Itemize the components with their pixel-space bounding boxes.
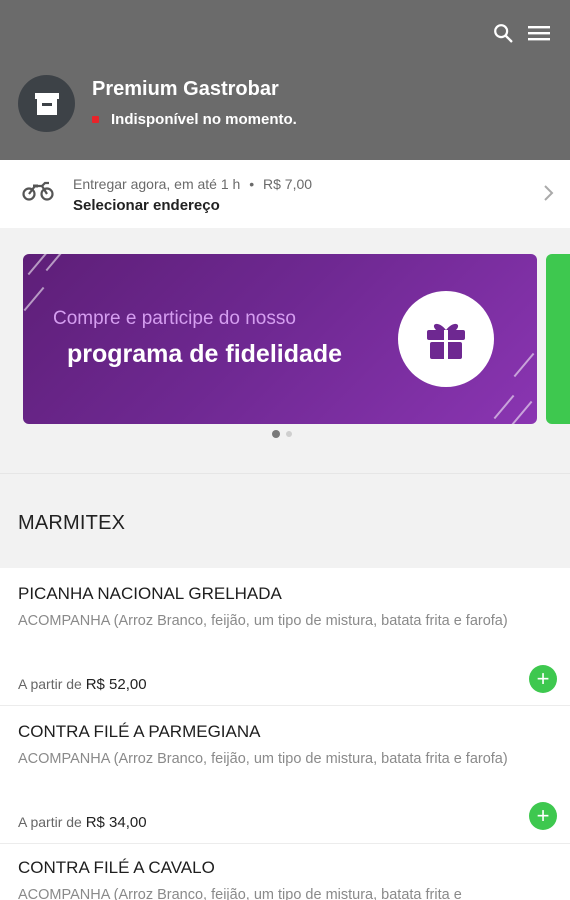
next-banner-preview[interactable]	[546, 254, 570, 424]
status-indicator	[92, 116, 99, 123]
banner-subtitle: Compre e participe do nosso	[53, 308, 296, 329]
item-description: ACOMPANHA (Arroz Branco, feijão, um tipo…	[18, 887, 462, 900]
store-header: Premium Gastrobar Indisponível no moment…	[0, 0, 570, 160]
price-prefix: A partir de	[18, 676, 82, 692]
delivery-info: Entregar agora, em até 1 h • R$ 7,00	[73, 176, 312, 192]
delivery-address-selector[interactable]: Entregar agora, em até 1 h • R$ 7,00 Sel…	[0, 160, 570, 228]
menu-item[interactable]: CONTRA FILÉ A PARMEGIANA ACOMPANHA (Arro…	[0, 706, 570, 844]
delivery-fee: R$ 7,00	[263, 176, 313, 192]
store-icon	[34, 92, 59, 115]
banner-title: programa de fidelidade	[67, 340, 343, 368]
item-description: ACOMPANHA (Arroz Branco, feijão, um tipo…	[18, 613, 508, 629]
delivery-separator: •	[249, 176, 255, 192]
delivery-eta: Entregar agora, em até 1 h	[73, 176, 241, 192]
banner-decoration	[513, 352, 535, 378]
add-item-button[interactable]: +	[529, 665, 557, 693]
gift-badge	[398, 291, 494, 387]
item-price: A partir de R$ 52,00	[18, 676, 147, 693]
item-name: CONTRA FILÉ A CAVALO	[18, 858, 215, 877]
search-icon	[494, 24, 513, 43]
promo-carousel: Compre e participe do nosso programa de …	[0, 228, 570, 473]
chevron-right-icon	[544, 185, 554, 201]
store-status: Indisponível no momento.	[92, 111, 297, 128]
store-avatar	[18, 75, 75, 132]
menu-item[interactable]: CONTRA FILÉ A CAVALO ACOMPANHA (Arroz Br…	[0, 844, 570, 900]
select-address-label: Selecionar endereço	[73, 197, 220, 214]
menu-button[interactable]	[526, 20, 552, 46]
store-status-text: Indisponível no momento.	[111, 111, 297, 128]
banner-decoration	[45, 254, 67, 272]
price-prefix: A partir de	[18, 814, 82, 830]
add-item-button[interactable]: +	[529, 802, 557, 830]
search-button[interactable]	[490, 20, 516, 46]
store-name: Premium Gastrobar	[92, 78, 279, 100]
carousel-dots	[272, 430, 292, 438]
gift-icon	[427, 323, 465, 359]
price-value: R$ 52,00	[85, 676, 147, 693]
menu-item[interactable]: PICANHA NACIONAL GRELHADA ACOMPANHA (Arr…	[0, 568, 570, 706]
price-value: R$ 34,00	[85, 814, 147, 831]
banner-decoration	[27, 254, 49, 276]
banner-decoration	[23, 286, 45, 312]
category-title: MARMITEX	[18, 512, 126, 534]
menu-icon	[528, 26, 550, 41]
item-description: ACOMPANHA (Arroz Branco, feijão, um tipo…	[18, 751, 508, 767]
category-header: MARMITEX	[0, 473, 570, 568]
carousel-dot-1[interactable]	[272, 430, 280, 438]
item-name: PICANHA NACIONAL GRELHADA	[18, 584, 282, 603]
item-price: A partir de R$ 34,00	[18, 814, 147, 831]
carousel-dot-2[interactable]	[286, 431, 292, 437]
motorcycle-icon	[22, 181, 54, 201]
banner-decoration	[511, 400, 533, 424]
loyalty-banner[interactable]: Compre e participe do nosso programa de …	[23, 254, 537, 424]
banner-decoration	[493, 394, 515, 420]
item-name: CONTRA FILÉ A PARMEGIANA	[18, 722, 261, 741]
